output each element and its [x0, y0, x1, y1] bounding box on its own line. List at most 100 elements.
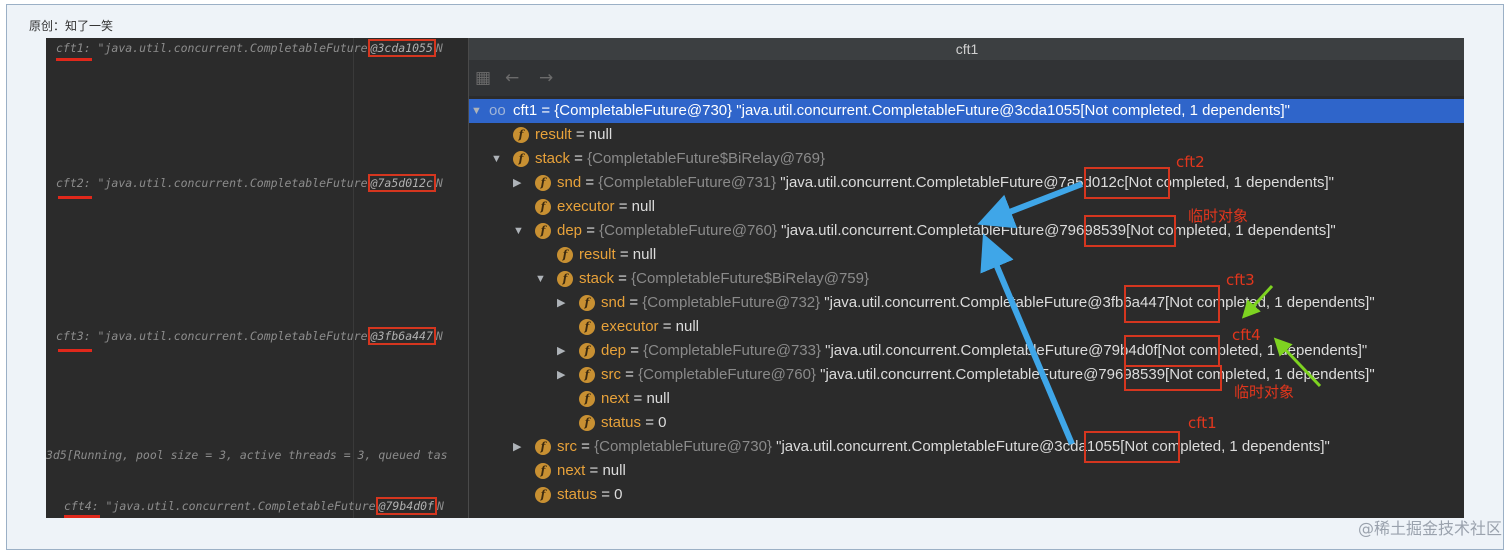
row-text: cft1 = {CompletableFuture@730} "java.uti… [513, 102, 1291, 119]
code-underline [56, 58, 92, 61]
annotation-label-cft2: cft2 [1176, 153, 1205, 171]
tree-row-dep[interactable]: ▼ f dep = {CompletableFuture@760} "java.… [469, 219, 1464, 243]
collapse-arrow-icon[interactable]: ▶ [557, 339, 565, 363]
row-text: stack = {CompletableFuture$BiRelay@769} [535, 150, 825, 167]
annotation-box-cft3 [1124, 285, 1220, 323]
collapse-arrow-icon[interactable]: ▶ [513, 435, 521, 459]
tree-row-status[interactable]: f status = 0 [469, 411, 1464, 435]
watermark: @稀土掘金技术社区 [1357, 519, 1502, 538]
field-icon: f [535, 175, 551, 191]
tree-row-snd[interactable]: ▶ f snd = {CompletableFuture@731} "java.… [469, 171, 1464, 195]
code-underline [58, 349, 92, 352]
row-text: status = 0 [601, 414, 667, 431]
field-icon: f [513, 127, 529, 143]
field-icon: f [535, 439, 551, 455]
field-icon: f [557, 247, 573, 263]
field-icon: f [535, 199, 551, 215]
annotation-label-temp2: 临时对象 [1234, 383, 1295, 401]
tree-row-cft1[interactable]: ▼ oo cft1 = {CompletableFuture@730} "jav… [469, 99, 1464, 123]
tree-row-stack[interactable]: ▼ f stack = {CompletableFuture$BiRelay@7… [469, 147, 1464, 171]
expand-arrow-icon[interactable]: ▼ [535, 267, 546, 291]
annotation-box-temp2 [1124, 365, 1222, 391]
row-text: executor = null [557, 198, 656, 215]
tree-row-executor[interactable]: f executor = null [469, 195, 1464, 219]
tree-row-src[interactable]: ▶ f src = {CompletableFuture@730} "java.… [469, 435, 1464, 459]
variable-inspector-popup: cft1 ▦ ← → ▼ oo cft1 = {CompletableFutur… [468, 38, 1464, 518]
annotation-box-cft4 [1124, 335, 1220, 367]
row-text: result = null [579, 246, 657, 263]
code-line-cft1: cft1: "java.util.concurrent.CompletableF… [56, 39, 443, 57]
row-text: src = {CompletableFuture@730} "java.util… [557, 438, 1330, 455]
tree-row-snd[interactable]: ▶ f snd = {CompletableFuture@732} "java.… [469, 291, 1464, 315]
row-text: next = null [557, 462, 626, 479]
code-suffix: N [435, 41, 443, 55]
code-hash-highlight: @3cda1055 [367, 39, 436, 57]
tree-row-result[interactable]: f result = null [469, 243, 1464, 267]
forward-arrow-icon[interactable]: → [539, 68, 553, 88]
tree-row-src[interactable]: ▶ f src = {CompletableFuture@760} "java.… [469, 363, 1464, 387]
row-text: result = null [535, 126, 613, 143]
code-text: 3d5[Running, pool size = 3, active threa… [46, 448, 448, 462]
collapse-arrow-icon[interactable]: ▶ [557, 291, 565, 315]
code-hash-highlight: @79b4d0f [375, 497, 437, 515]
tree-row-dep[interactable]: ▶ f dep = {CompletableFuture@733} "java.… [469, 339, 1464, 363]
row-text: status = 0 [557, 486, 623, 503]
code-line-cft3: cft3: "java.util.concurrent.CompletableF… [56, 327, 443, 345]
caption: 原创：知了一笑 [29, 19, 114, 33]
row-text: executor = null [601, 318, 700, 335]
field-icon: f [579, 319, 595, 335]
watch-glasses-icon: oo [489, 102, 506, 119]
collapse-arrow-icon[interactable]: ▶ [513, 171, 521, 195]
code-var: cft4: [64, 499, 99, 513]
field-icon: f [579, 367, 595, 383]
code-hash-highlight: @7a5d012c [367, 174, 436, 192]
row-text: snd = {CompletableFuture@731} "java.util… [557, 174, 1335, 191]
field-icon: f [535, 463, 551, 479]
tree-row-result[interactable]: f result = null [469, 123, 1464, 147]
field-icon: f [579, 295, 595, 311]
expand-arrow-icon[interactable]: ▼ [513, 219, 524, 243]
field-icon: f [535, 223, 551, 239]
annotation-box-temp1 [1084, 215, 1176, 247]
field-icon: f [535, 487, 551, 503]
row-text: stack = {CompletableFuture$BiRelay@759} [579, 270, 869, 287]
code-text: "java.util.concurrent.CompletableFuture [98, 499, 376, 513]
field-icon: f [579, 391, 595, 407]
row-text: next = null [601, 390, 670, 407]
code-var: cft2: [56, 176, 91, 190]
code-underline [64, 515, 100, 518]
code-text: "java.util.concurrent.CompletableFuture [90, 41, 368, 55]
field-icon: f [579, 343, 595, 359]
editor-pane: cft1: "java.util.concurrent.CompletableF… [46, 38, 468, 518]
back-arrow-icon[interactable]: ← [505, 68, 519, 88]
expand-arrow-icon[interactable]: ▼ [471, 99, 482, 123]
code-suffix: N [435, 176, 443, 190]
code-line-cft4: cft4: "java.util.concurrent.CompletableF… [64, 497, 444, 515]
expand-arrow-icon[interactable]: ▼ [491, 147, 502, 171]
field-icon: f [513, 151, 529, 167]
annotation-label-cft4: cft4 [1232, 326, 1261, 344]
field-icon: f [557, 271, 573, 287]
collapse-arrow-icon[interactable]: ▶ [557, 363, 565, 387]
code-line-cft2: cft2: "java.util.concurrent.CompletableF… [56, 174, 443, 192]
annotation-label-cft1: cft1 [1188, 414, 1217, 432]
watch-icon[interactable]: ▦ [475, 68, 491, 88]
code-var: cft1: [56, 41, 91, 55]
popup-toolbar: ▦ ← → [469, 60, 1464, 96]
tree-row-next[interactable]: f next = null [469, 387, 1464, 411]
code-suffix: N [436, 499, 444, 513]
code-text: "java.util.concurrent.CompletableFuture [90, 329, 368, 343]
code-line-executor: 3d5[Running, pool size = 3, active threa… [46, 448, 448, 462]
tree-row-stack[interactable]: ▼ f stack = {CompletableFuture$BiRelay@7… [469, 267, 1464, 291]
row-text: snd = {CompletableFuture@732} "java.util… [601, 294, 1375, 311]
code-var: cft3: [56, 329, 91, 343]
field-icon: f [579, 415, 595, 431]
tree-row-status[interactable]: f status = 0 [469, 483, 1464, 507]
code-text: "java.util.concurrent.CompletableFuture [90, 176, 368, 190]
popup-title: cft1 [469, 38, 1464, 60]
tree-row-executor[interactable]: f executor = null [469, 315, 1464, 339]
annotation-label-temp1: 临时对象 [1188, 207, 1249, 225]
tree-row-next[interactable]: f next = null [469, 459, 1464, 483]
annotation-label-cft3: cft3 [1226, 271, 1255, 289]
code-underline [58, 196, 92, 199]
